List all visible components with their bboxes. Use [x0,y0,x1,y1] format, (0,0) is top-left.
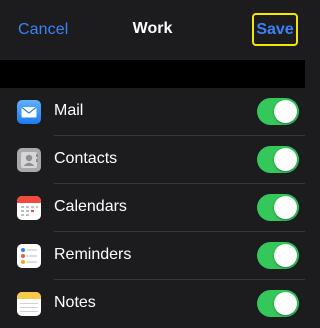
contacts-toggle[interactable] [257,146,299,173]
contacts-icon [17,148,41,172]
list-item-notes: Notes [0,280,305,328]
toggle-knob [274,100,297,123]
toggle-knob [274,244,297,267]
list-item-mail: Mail [0,88,305,136]
toggle-knob [274,196,297,219]
list-item-contacts: Contacts [0,136,305,184]
account-services-list: Mail Contacts Calendars Reminders Notes [0,88,305,328]
notes-icon [17,292,41,316]
save-button[interactable]: Save [252,13,298,46]
service-label: Calendars [54,198,127,215]
toggle-knob [274,292,297,315]
save-button-label: Save [256,20,294,38]
calendar-icon [17,196,41,220]
calendars-toggle[interactable] [257,194,299,221]
service-label: Notes [54,294,96,311]
section-separator [0,60,305,88]
toggle-knob [274,148,297,171]
reminders-icon [17,244,41,268]
service-label: Contacts [54,150,118,167]
reminders-toggle[interactable] [257,242,299,269]
notes-toggle[interactable] [257,290,299,317]
service-label: Mail [54,102,84,119]
list-item-reminders: Reminders [0,232,305,280]
navigation-bar: Cancel Work Save [0,0,305,60]
mail-toggle[interactable] [257,98,299,125]
service-label: Reminders [54,246,132,263]
mail-icon [17,100,41,124]
list-item-calendars: Calendars [0,184,305,232]
